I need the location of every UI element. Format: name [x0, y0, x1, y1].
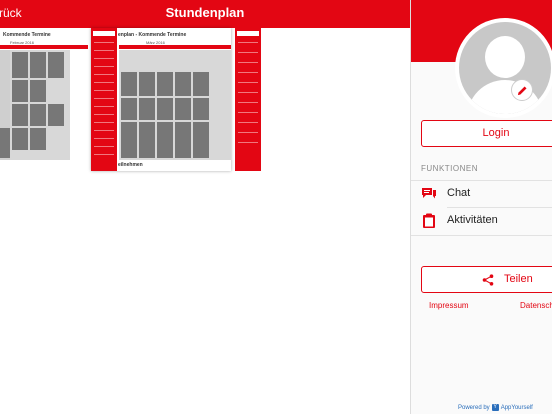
day-list-row	[238, 102, 258, 103]
calendar-cell	[121, 72, 137, 96]
calendar-cell	[193, 98, 209, 120]
day-list-row	[94, 66, 114, 67]
calendar-cell	[193, 122, 209, 158]
pencil-icon	[517, 85, 527, 95]
calendar-cell	[30, 80, 46, 102]
calendar-cell	[175, 122, 191, 158]
day-list-row	[94, 50, 114, 51]
menu-item-chat[interactable]: Chat	[411, 181, 552, 207]
day-list-row	[94, 82, 114, 83]
day-list-search	[237, 31, 259, 36]
day-list-row	[238, 62, 258, 63]
day-list-row	[94, 114, 114, 115]
menu-item-activities[interactable]: Aktivitäten	[411, 208, 552, 234]
share-icon	[482, 274, 494, 286]
calendar-cell	[175, 98, 191, 120]
calendar-cell	[121, 98, 137, 120]
day-list-row	[94, 154, 114, 155]
day-list-row	[238, 112, 258, 113]
day-list-row	[94, 146, 114, 147]
calendar-cell	[48, 104, 64, 126]
share-button-label: Teilen	[504, 273, 533, 285]
day-list-row	[238, 132, 258, 133]
page-title: Stundenplan	[165, 5, 245, 20]
avatar-head	[485, 36, 525, 78]
main-area: rück Stundenplan Kommende Termine Februa…	[0, 0, 410, 414]
schedule-thumbnail-1[interactable]: Kommende Termine Februar 2016	[0, 28, 88, 170]
day-list-row	[94, 90, 114, 91]
login-button[interactable]: Login	[421, 120, 552, 147]
clipboard-icon	[423, 213, 435, 228]
day-list-row	[238, 122, 258, 123]
calendar-cell	[48, 52, 64, 78]
day-list-row	[238, 42, 258, 43]
thumbnail-heading: Kommende Termine	[3, 32, 51, 38]
calendar-cell	[175, 72, 191, 96]
share-button[interactable]: Teilen	[421, 266, 552, 293]
calendar-cell	[12, 52, 28, 78]
day-list-row	[238, 92, 258, 93]
thumbnail-heading: enplan - Kommende Termine	[118, 32, 187, 38]
calendar-cell	[30, 52, 46, 78]
top-bar: rück Stundenplan	[0, 0, 410, 28]
calendar-cell	[12, 80, 28, 102]
day-list-row	[94, 98, 114, 99]
edit-profile-button[interactable]	[511, 79, 533, 101]
powered-by-brand: AppYourself	[500, 404, 533, 411]
day-list-row	[94, 130, 114, 131]
day-list-search	[93, 31, 115, 36]
menu-item-label: Aktivitäten	[447, 214, 498, 226]
calendar-cell	[0, 128, 10, 158]
calendar-cell	[157, 98, 173, 120]
avatar[interactable]	[459, 22, 551, 114]
calendar-cell	[121, 122, 137, 158]
section-label-functions: FUNKTIONEN	[421, 164, 478, 173]
calendar-cell	[139, 122, 155, 158]
calendar-cell	[12, 104, 28, 126]
powered-by-footer[interactable]: Powered by Y AppYourself	[458, 404, 533, 411]
powered-by-text: Powered by	[458, 404, 490, 411]
day-list-row	[238, 142, 258, 143]
thumbnail-footer: eilnehmen	[118, 162, 143, 168]
day-list-row	[94, 122, 114, 123]
side-panel: Login FUNKTIONEN Chat Aktivitäten Teilen…	[410, 0, 552, 414]
divider	[411, 235, 552, 236]
menu-item-label: Chat	[447, 187, 471, 199]
day-list-row	[94, 138, 114, 139]
day-list-row	[238, 82, 258, 83]
day-list-row	[238, 52, 258, 53]
privacy-link[interactable]: Datensch	[520, 301, 552, 310]
day-list	[91, 28, 117, 171]
calendar-header-bar	[0, 45, 88, 49]
day-list	[235, 28, 261, 171]
day-list-row	[94, 42, 114, 43]
impressum-link[interactable]: Impressum	[429, 301, 469, 310]
calendar-cell	[193, 72, 209, 96]
calendar-cell	[139, 72, 155, 96]
chat-icon	[422, 188, 436, 199]
calendar-header-bar	[119, 45, 231, 49]
calendar-cell	[30, 104, 46, 126]
day-list-row	[238, 72, 258, 73]
calendar-cell	[157, 122, 173, 158]
calendar-cell	[139, 98, 155, 120]
day-list-row	[94, 106, 114, 107]
day-list-row	[94, 58, 114, 59]
calendar-cell	[30, 128, 46, 150]
calendar-cell	[12, 128, 28, 150]
day-list-row	[94, 74, 114, 75]
schedule-thumbnail-3[interactable]	[235, 28, 263, 171]
calendar-cell	[157, 72, 173, 96]
schedule-thumbnail-2[interactable]: enplan - Kommende Termine März 2016 eiln…	[91, 28, 231, 171]
appyourself-logo-icon: Y	[491, 404, 499, 411]
